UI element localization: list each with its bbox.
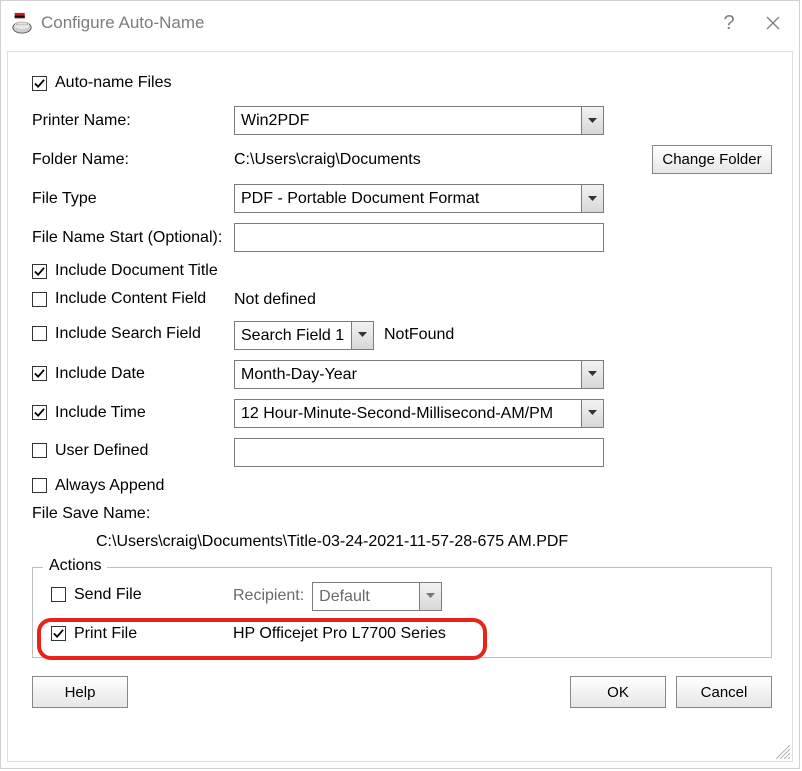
recipient-value: Default bbox=[312, 582, 419, 611]
print-file-checkbox[interactable] bbox=[51, 626, 66, 641]
actions-legend: Actions bbox=[43, 557, 107, 575]
include-search-checkbox[interactable] bbox=[32, 326, 47, 341]
search-field-status: NotFound bbox=[384, 326, 454, 344]
printer-name-value[interactable]: Win2PDF bbox=[234, 106, 581, 135]
date-format-combo[interactable]: Month-Day-Year bbox=[234, 360, 604, 389]
user-defined-input[interactable] bbox=[235, 439, 603, 466]
file-name-start-input-wrap bbox=[234, 223, 604, 252]
time-format-combo[interactable]: 12 Hour-Minute-Second-Millisecond-AM/PM bbox=[234, 399, 604, 428]
search-field-value[interactable]: Search Field 1 bbox=[234, 321, 351, 350]
include-title-checkbox[interactable] bbox=[32, 264, 47, 279]
help-button[interactable]: Help bbox=[32, 676, 128, 708]
include-content-checkbox[interactable] bbox=[32, 292, 47, 307]
include-time-label[interactable]: Include Time bbox=[55, 404, 146, 422]
user-defined-input-wrap bbox=[234, 438, 604, 467]
always-append-checkbox[interactable] bbox=[32, 478, 47, 493]
change-folder-button[interactable]: Change Folder bbox=[652, 145, 772, 174]
folder-name-value: C:\Users\craig\Documents bbox=[234, 151, 421, 169]
include-content-label[interactable]: Include Content Field bbox=[55, 290, 206, 308]
chevron-down-icon[interactable] bbox=[581, 360, 604, 389]
chevron-down-icon[interactable] bbox=[581, 106, 604, 135]
file-type-value[interactable]: PDF - Portable Document Format bbox=[234, 184, 581, 213]
file-type-combo[interactable]: PDF - Portable Document Format bbox=[234, 184, 604, 213]
always-append-label[interactable]: Always Append bbox=[55, 477, 164, 495]
time-format-value[interactable]: 12 Hour-Minute-Second-Millisecond-AM/PM bbox=[234, 399, 581, 428]
recipient-combo: Default bbox=[312, 582, 442, 611]
recipient-label: Recipient: bbox=[233, 587, 304, 605]
cancel-button[interactable]: Cancel bbox=[676, 676, 772, 708]
include-search-label[interactable]: Include Search Field bbox=[55, 325, 201, 343]
help-icon[interactable]: ? bbox=[707, 1, 751, 45]
chevron-down-icon[interactable] bbox=[581, 399, 604, 428]
printer-name-combo[interactable]: Win2PDF bbox=[234, 106, 604, 135]
file-type-label: File Type bbox=[32, 190, 97, 207]
resize-grip-icon[interactable] bbox=[772, 741, 790, 759]
folder-name-label: Folder Name: bbox=[32, 151, 129, 168]
user-defined-label[interactable]: User Defined bbox=[55, 442, 148, 460]
date-format-value[interactable]: Month-Day-Year bbox=[234, 360, 581, 389]
autoname-label[interactable]: Auto-name Files bbox=[55, 74, 172, 92]
autoname-checkbox[interactable] bbox=[32, 76, 47, 91]
include-date-checkbox[interactable] bbox=[32, 366, 47, 381]
titlebar: Configure Auto-Name ? bbox=[1, 1, 799, 45]
actions-group: Actions Send File Recipient: Default bbox=[32, 567, 772, 659]
include-date-label[interactable]: Include Date bbox=[55, 365, 145, 383]
chevron-down-icon bbox=[419, 582, 442, 611]
chevron-down-icon[interactable] bbox=[351, 321, 374, 350]
file-save-name-value: C:\Users\craig\Documents\Title-03-24-202… bbox=[96, 533, 568, 551]
print-file-label[interactable]: Print File bbox=[74, 625, 137, 643]
include-content-value: Not defined bbox=[234, 291, 316, 309]
print-file-printer: HP Officejet Pro L7700 Series bbox=[233, 625, 446, 643]
dialog-footer: Help OK Cancel bbox=[32, 676, 772, 708]
chevron-down-icon[interactable] bbox=[581, 184, 604, 213]
printer-name-label: Printer Name: bbox=[32, 112, 131, 129]
main-panel: Auto-name Files Printer Name: Win2PDF Fo… bbox=[7, 51, 793, 762]
close-icon[interactable] bbox=[751, 1, 795, 45]
dialog-title: Configure Auto-Name bbox=[41, 13, 707, 33]
user-defined-checkbox[interactable] bbox=[32, 443, 47, 458]
file-name-start-input[interactable] bbox=[235, 224, 603, 251]
printer-app-icon bbox=[11, 12, 33, 34]
ok-button[interactable]: OK bbox=[570, 676, 666, 708]
search-field-combo[interactable]: Search Field 1 bbox=[234, 321, 374, 350]
file-save-name-label: File Save Name: bbox=[32, 505, 150, 523]
send-file-label[interactable]: Send File bbox=[74, 586, 142, 604]
configure-auto-name-dialog: Configure Auto-Name ? Auto-name Files Pr… bbox=[0, 0, 800, 769]
file-name-start-label: File Name Start (Optional): bbox=[32, 229, 222, 246]
include-time-checkbox[interactable] bbox=[32, 405, 47, 420]
include-title-label[interactable]: Include Document Title bbox=[55, 262, 218, 280]
send-file-checkbox[interactable] bbox=[51, 587, 66, 602]
